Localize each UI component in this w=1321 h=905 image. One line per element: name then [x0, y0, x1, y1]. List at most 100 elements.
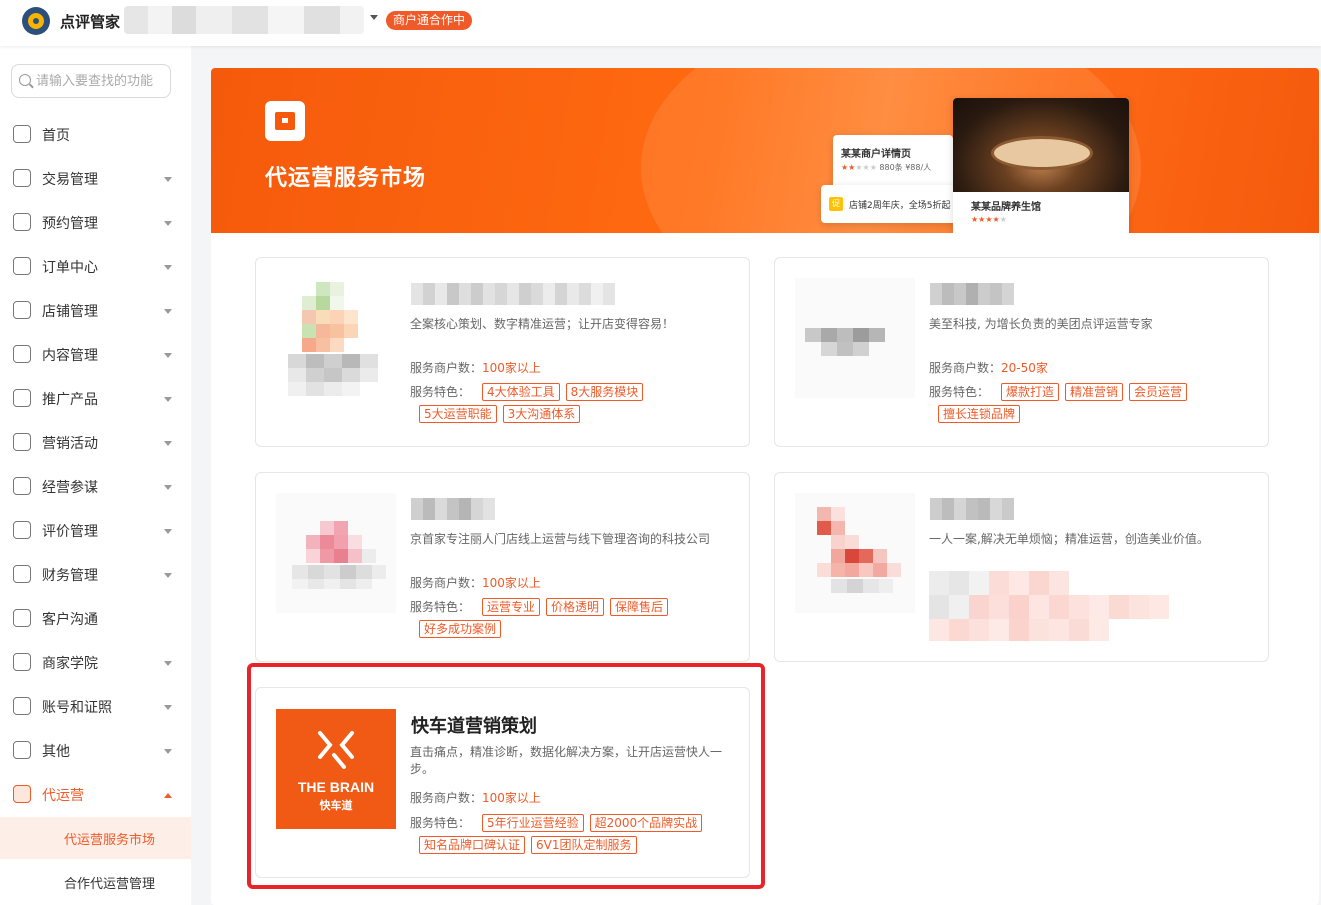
- app-name: 点评管家: [60, 13, 121, 31]
- feature-tag: 3大沟通体系: [502, 405, 581, 423]
- provider-desc: 一人一案,解决无单烦恼；精准运营，创造美业价值。: [929, 532, 1209, 546]
- feature-tag: 运营专业: [482, 598, 541, 616]
- sidebar-item-0[interactable]: 首页: [0, 113, 191, 157]
- search-icon: [19, 74, 31, 86]
- feature-tag: 8大服务模块: [565, 383, 644, 401]
- app-logo-icon[interactable]: [22, 7, 50, 35]
- sidebar-item-label: 经营参谋: [42, 480, 98, 496]
- top-bar: 点评管家 商户通合作中: [0, 0, 1321, 46]
- sidebar-item-label: 内容管理: [42, 348, 98, 364]
- chevron-up-icon[interactable]: [164, 793, 172, 798]
- chevron-down-icon[interactable]: [164, 397, 172, 402]
- sidebar-item-4[interactable]: 店铺管理: [0, 289, 191, 333]
- yen-icon: [13, 565, 31, 583]
- mock-promo-card: 促 店铺2周年庆，全场5折起: [821, 185, 961, 223]
- sidebar-item-11[interactable]: 客户沟通: [0, 597, 191, 641]
- chevron-down-icon[interactable]: [164, 661, 172, 666]
- chevron-down-icon[interactable]: [164, 221, 172, 226]
- sidebar-item-10[interactable]: 财务管理: [0, 553, 191, 597]
- provider-card-1[interactable]: 全案核心策划、数字精准运营；让开店变得容易！ 服务商户数：100家以上 服务特色…: [255, 257, 750, 447]
- feature-tag: 爆款打造: [1001, 383, 1060, 401]
- sidebar-item-15[interactable]: 代运营: [0, 773, 191, 817]
- provider-name-blurred: [411, 283, 615, 305]
- chevron-down-icon[interactable]: [164, 485, 172, 490]
- store-icon: [265, 101, 305, 141]
- chevron-down-icon[interactable]: [164, 353, 172, 358]
- sidebar-item-14[interactable]: 其他: [0, 729, 191, 773]
- sidebar-item-7[interactable]: 营销活动: [0, 421, 191, 465]
- store-selector[interactable]: [124, 6, 364, 34]
- sidebar-item-9[interactable]: 评价管理: [0, 509, 191, 553]
- provider-logo: [795, 278, 915, 398]
- sidebar-subitem-1[interactable]: 合作代运营管理: [0, 861, 191, 903]
- calendar-check-icon: [13, 213, 31, 231]
- transaction-icon: [13, 169, 31, 187]
- chevron-down-icon[interactable]: [370, 15, 378, 20]
- feature-tag: 5大运营职能: [419, 405, 497, 423]
- feature-tag: 精准营销: [1065, 383, 1124, 401]
- highlight-box: [247, 663, 765, 889]
- sidebar-item-12[interactable]: 商家学院: [0, 641, 191, 685]
- provider-desc: 京首家专注丽人门店线上运营与线下管理咨询的科技公司: [410, 532, 711, 546]
- sidebar-item-3[interactable]: 订单中心: [0, 245, 191, 289]
- promo-badge: 促: [829, 197, 843, 211]
- provider-count: 服务商户数：100家以上: [410, 361, 541, 375]
- sidebar-item-label: 代运营: [42, 788, 84, 804]
- banner: 代运营服务市场 某某商户详情页 ★★★★★ 880条 ¥88/人 促 店铺2周年…: [211, 68, 1319, 233]
- sidebar-item-1[interactable]: 交易管理: [0, 157, 191, 201]
- provider-card-3[interactable]: 京首家专注丽人门店线上运营与线下管理咨询的科技公司 服务商户数：100家以上 服…: [255, 472, 750, 662]
- chevron-down-icon[interactable]: [164, 749, 172, 754]
- search-input[interactable]: [36, 71, 168, 91]
- sidebar-item-5[interactable]: 内容管理: [0, 333, 191, 377]
- chevron-down-icon[interactable]: [164, 309, 172, 314]
- chevron-down-icon[interactable]: [164, 177, 172, 182]
- sidebar-item-label: 账号和证照: [42, 700, 112, 716]
- shop-photo: [953, 98, 1129, 192]
- provider-tags: 服务特色： 运营专业 价格透明 保障售后 好多成功案例: [410, 598, 736, 642]
- blurred-details: [929, 571, 1169, 643]
- sidebar-item-6[interactable]: 推广产品: [0, 377, 191, 421]
- provider-card-4[interactable]: 一人一案,解决无单烦恼；精准运营，创造美业价值。: [774, 472, 1269, 662]
- feature-tag: 保障售后: [610, 598, 669, 616]
- feature-tag: 好多成功案例: [419, 620, 502, 638]
- thumbs-up-icon: [13, 521, 31, 539]
- provider-count: 服务商户数：20-50家: [929, 361, 1048, 375]
- chevron-down-icon[interactable]: [164, 441, 172, 446]
- chevron-down-icon[interactable]: [164, 265, 172, 270]
- sidebar-subitem-label: 合作代运营管理: [64, 877, 156, 892]
- blurred-logo-icon: [276, 493, 396, 613]
- sidebar-item-8[interactable]: 经营参谋: [0, 465, 191, 509]
- provider-name-blurred: [930, 498, 1014, 520]
- blurred-logo-icon: [795, 278, 915, 398]
- mock-promo-text: 店铺2周年庆，全场5折起: [849, 201, 951, 211]
- status-badge: 商户通合作中: [386, 11, 473, 30]
- provider-desc: 美至科技, 为增长负责的美团点评运营专家: [929, 317, 1153, 331]
- mock-detail-sub: ★★★★★ 880条 ¥88/人: [841, 163, 932, 172]
- provider-tags: 服务特色： 爆款打造 精准营销 会员运营 擅长连锁品牌: [929, 383, 1255, 427]
- feature-tag: 擅长连锁品牌: [938, 405, 1021, 423]
- mock-detail-title: 某某商户详情页: [841, 149, 911, 160]
- mock-shop-name: 某某品牌养生馆: [971, 202, 1041, 213]
- sidebar-item-label: 商家学院: [42, 656, 98, 672]
- mock-detail-card: 某某商户详情页 ★★★★★ 880条 ¥88/人: [833, 135, 953, 190]
- content-icon: [13, 345, 31, 363]
- star-rating-icon: ★★: [841, 163, 856, 172]
- sidebar-item-2[interactable]: 预约管理: [0, 201, 191, 245]
- provider-desc: 全案核心策划、数字精准运营；让开店变得容易！: [410, 317, 675, 331]
- sidebar-item-label: 预约管理: [42, 216, 98, 232]
- sidebar-item-13[interactable]: 账号和证照: [0, 685, 191, 729]
- monitor-icon: [13, 125, 31, 143]
- chevron-down-icon[interactable]: [164, 529, 172, 534]
- sidebar-item-label: 其他: [42, 744, 70, 760]
- search-box[interactable]: [11, 64, 171, 98]
- provider-logo: [276, 278, 396, 398]
- provider-tags: 服务特色： 4大体验工具 8大服务模块 5大运营职能 3大沟通体系: [410, 383, 736, 427]
- mock-shop-card: 某某品牌养生馆 ★★★★★: [953, 98, 1129, 233]
- chevron-down-icon[interactable]: [164, 573, 172, 578]
- star-rating-icon: ★★★★★: [971, 215, 1007, 224]
- star-empty-icon: ★★★: [855, 163, 877, 172]
- sidebar-subitem-0[interactable]: 代运营服务市场: [0, 817, 191, 859]
- provider-name-blurred: [930, 283, 1014, 305]
- chevron-down-icon[interactable]: [164, 705, 172, 710]
- provider-card-2[interactable]: 美至科技, 为增长负责的美团点评运营专家 服务商户数：20-50家 服务特色：爆…: [774, 257, 1269, 447]
